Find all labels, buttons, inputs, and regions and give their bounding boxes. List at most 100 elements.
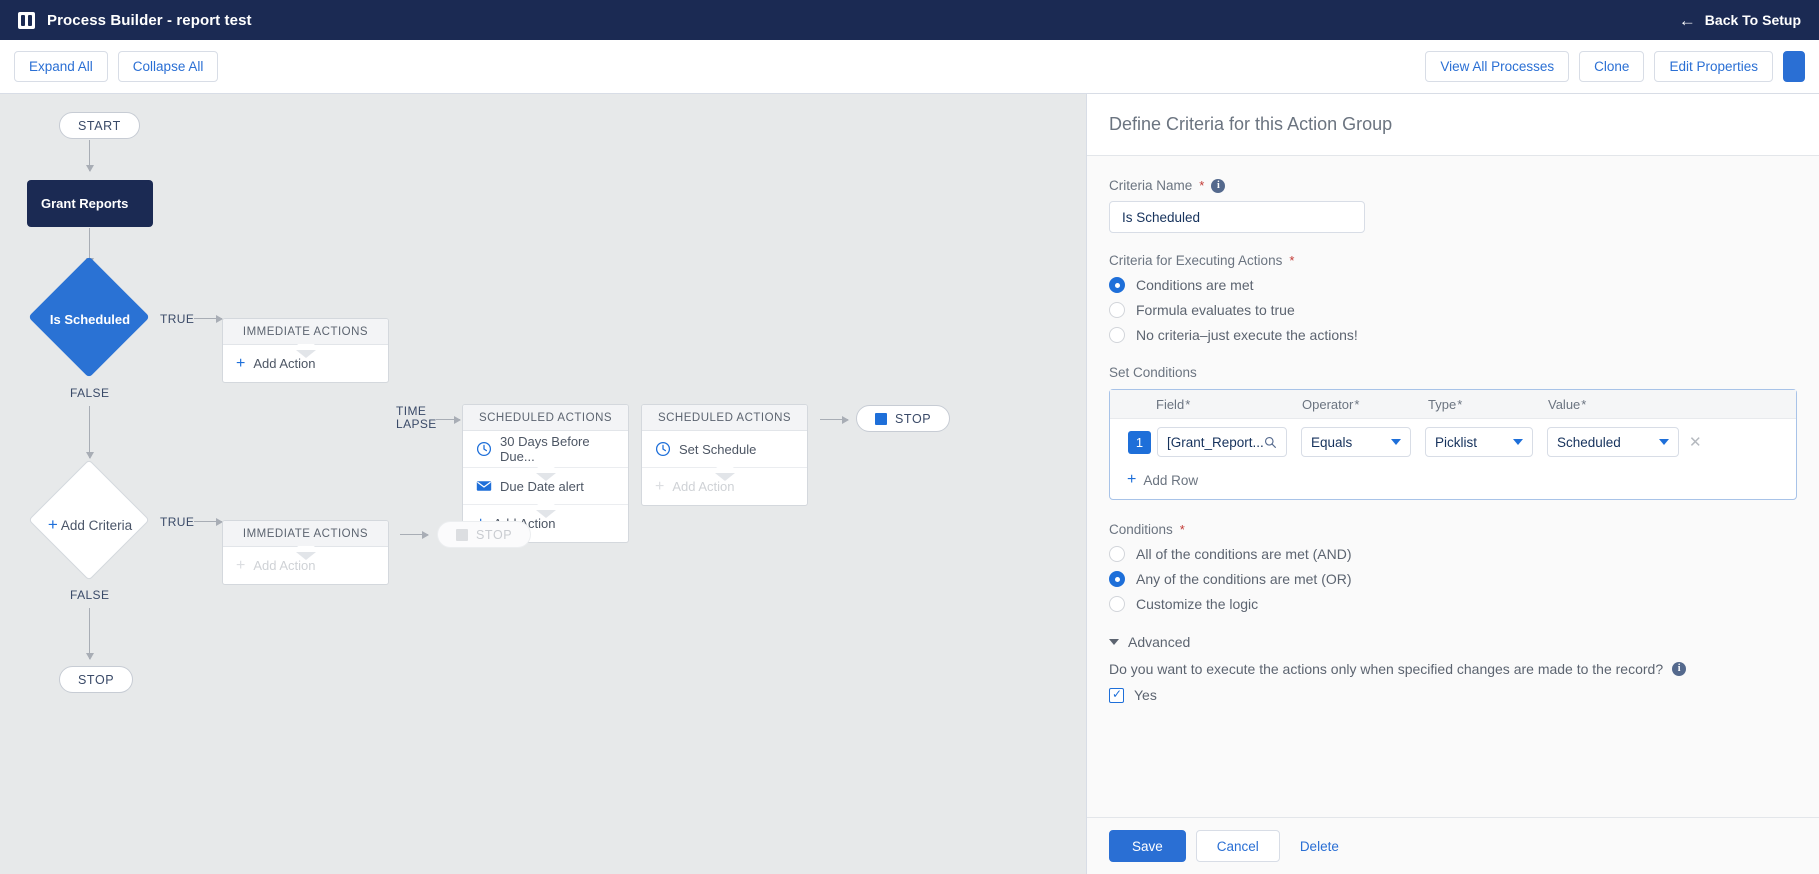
info-icon[interactable]: i xyxy=(1211,178,1226,193)
advanced-question: Do you want to execute the actions only … xyxy=(1109,661,1664,677)
criteria-exec-label: Criteria for Executing Actions xyxy=(1109,253,1283,268)
radio-icon[interactable] xyxy=(1109,546,1125,562)
add-action-label-2: Add Action xyxy=(253,558,316,573)
panel-body: Criteria Name * i Criteria for Executing … xyxy=(1087,156,1819,817)
expand-all-button[interactable]: Expand All xyxy=(14,51,108,82)
conditions-table: Field * Operator * Type * Value * 1 [Grant_R… xyxy=(1109,389,1797,500)
conditions-label: Conditions xyxy=(1109,522,1173,537)
radio-icon[interactable] xyxy=(1109,327,1125,343)
back-to-setup-button[interactable]: ← Back To Setup xyxy=(1679,12,1801,29)
email-icon xyxy=(476,481,492,491)
radio-label: Formula evaluates to true xyxy=(1136,302,1295,318)
main-area: START Grant Reports Is Scheduled TRUE FA… xyxy=(0,94,1819,874)
stop-node-top[interactable]: STOP xyxy=(856,405,951,432)
connector-criteria2-true xyxy=(194,517,223,526)
branch-label-true-1: TRUE xyxy=(160,312,195,326)
radio-label: Any of the conditions are met (OR) xyxy=(1136,571,1352,587)
radio-icon[interactable] xyxy=(1109,302,1125,318)
stop-node-mid[interactable]: STOP xyxy=(437,521,532,548)
notch-decoration xyxy=(535,504,556,518)
page-title: Process Builder - report test xyxy=(47,11,252,29)
clone-button[interactable]: Clone xyxy=(1579,51,1645,82)
toolbar-right-group: View All Processes Clone Edit Properties xyxy=(1425,51,1805,82)
action-row-1[interactable]: Due Date alert xyxy=(463,467,628,505)
radio-formula-evaluates-to-true[interactable]: Formula evaluates to true xyxy=(1109,302,1797,318)
operator-select[interactable]: Equals xyxy=(1301,427,1411,457)
immediate-actions-header-1: IMMEDIATE ACTIONS xyxy=(223,319,388,345)
advanced-question-row: Do you want to execute the actions only … xyxy=(1109,661,1797,677)
schedule-label-1: 30 Days Before Due... xyxy=(500,434,590,464)
col-index xyxy=(1110,397,1156,412)
advanced-label: Advanced xyxy=(1128,634,1191,650)
criteria-name-input[interactable] xyxy=(1109,201,1365,233)
add-action-row-2[interactable]: + Add Action xyxy=(223,546,388,584)
app-header: Process Builder - report test ← Back To … xyxy=(0,0,1819,40)
scheduled-actions-card-2[interactable]: SCHEDULED ACTIONS Set Schedule + Add Act… xyxy=(641,404,808,506)
immediate-actions-header-2: IMMEDIATE ACTIONS xyxy=(223,521,388,547)
stop-node-bottom[interactable]: STOP xyxy=(59,666,134,693)
col-value: Value * xyxy=(1548,397,1587,412)
conditions-table-header: Field * Operator * Type * Value * xyxy=(1110,390,1796,419)
schedule-row-1[interactable]: 30 Days Before Due... xyxy=(463,431,628,468)
object-node[interactable]: Grant Reports xyxy=(27,180,153,227)
value-value: Scheduled xyxy=(1557,434,1621,450)
view-all-processes-button[interactable]: View All Processes xyxy=(1425,51,1570,82)
radio-label: Conditions are met xyxy=(1136,277,1254,293)
row-index-badge: 1 xyxy=(1128,430,1151,454)
edit-properties-button[interactable]: Edit Properties xyxy=(1654,51,1773,82)
add-row-button[interactable]: + Add Row xyxy=(1110,463,1796,499)
criteria-name-label: Criteria Name xyxy=(1109,178,1193,193)
field-value: [Grant_Report... xyxy=(1167,434,1264,450)
branch-label-false-1: FALSE xyxy=(70,386,110,400)
clock-icon xyxy=(476,441,492,457)
add-action-row-1[interactable]: + Add Action xyxy=(223,344,388,382)
radio-label: No criteria–just execute the actions! xyxy=(1136,327,1358,343)
advanced-toggle[interactable]: Advanced xyxy=(1109,634,1797,650)
advanced-yes-checkbox-row[interactable]: Yes xyxy=(1109,687,1797,703)
type-select[interactable]: Picklist xyxy=(1425,427,1533,457)
chevron-down-icon xyxy=(1391,439,1401,445)
checkbox-icon[interactable] xyxy=(1109,687,1124,703)
criteria-node-is-scheduled[interactable] xyxy=(28,256,150,378)
radio-all-conditions-and[interactable]: All of the conditions are met (AND) xyxy=(1109,546,1797,562)
criteria-name-label-row: Criteria Name * i xyxy=(1109,178,1797,193)
schedule-row-2[interactable]: Set Schedule xyxy=(642,431,807,468)
immediate-actions-card-2[interactable]: IMMEDIATE ACTIONS + Add Action xyxy=(222,520,389,585)
required-asterisk: * xyxy=(1199,178,1205,193)
save-button[interactable]: Save xyxy=(1109,830,1186,862)
radio-conditions-are-met[interactable]: Conditions are met xyxy=(1109,277,1797,293)
delete-button[interactable]: Delete xyxy=(1290,839,1349,854)
radio-icon[interactable] xyxy=(1109,571,1125,587)
process-canvas: START Grant Reports Is Scheduled TRUE FA… xyxy=(0,94,1086,874)
chevron-down-icon xyxy=(1513,439,1523,445)
connector-to-stop-top xyxy=(820,415,849,424)
radio-label: All of the conditions are met (AND) xyxy=(1136,546,1352,562)
connector-start-to-object xyxy=(85,140,94,172)
activate-button[interactable] xyxy=(1783,51,1805,82)
required-asterisk: * xyxy=(1289,253,1295,268)
panel-footer: Save Cancel Delete xyxy=(1087,817,1819,874)
header-left: Process Builder - report test xyxy=(18,11,252,29)
radio-icon[interactable] xyxy=(1109,596,1125,612)
value-select[interactable]: Scheduled xyxy=(1547,427,1679,457)
immediate-actions-card-1[interactable]: IMMEDIATE ACTIONS + Add Action xyxy=(222,318,389,383)
required-asterisk: * xyxy=(1179,522,1185,537)
remove-row-button[interactable]: ✕ xyxy=(1689,433,1702,451)
info-icon[interactable]: i xyxy=(1672,662,1687,676)
advanced-checkbox-label: Yes xyxy=(1134,687,1157,703)
add-criteria-node[interactable] xyxy=(28,459,150,581)
radio-any-conditions-or[interactable]: Any of the conditions are met (OR) xyxy=(1109,571,1797,587)
collapse-all-button[interactable]: Collapse All xyxy=(117,51,219,82)
radio-no-criteria[interactable]: No criteria–just execute the actions! xyxy=(1109,327,1797,343)
add-row-label: Add Row xyxy=(1143,472,1199,488)
add-action-row-scheduled-2[interactable]: + Add Action xyxy=(642,467,807,505)
field-lookup-input[interactable]: [Grant_Report... xyxy=(1157,427,1287,457)
cancel-button[interactable]: Cancel xyxy=(1195,830,1280,862)
radio-customize-logic[interactable]: Customize the logic xyxy=(1109,596,1797,612)
type-value: Picklist xyxy=(1435,434,1478,450)
operator-value: Equals xyxy=(1311,434,1353,450)
criteria-panel: Define Criteria for this Action Group Cr… xyxy=(1086,94,1819,874)
radio-icon[interactable] xyxy=(1109,277,1125,293)
stop-square-icon xyxy=(875,412,887,425)
start-node[interactable]: START xyxy=(59,112,140,139)
